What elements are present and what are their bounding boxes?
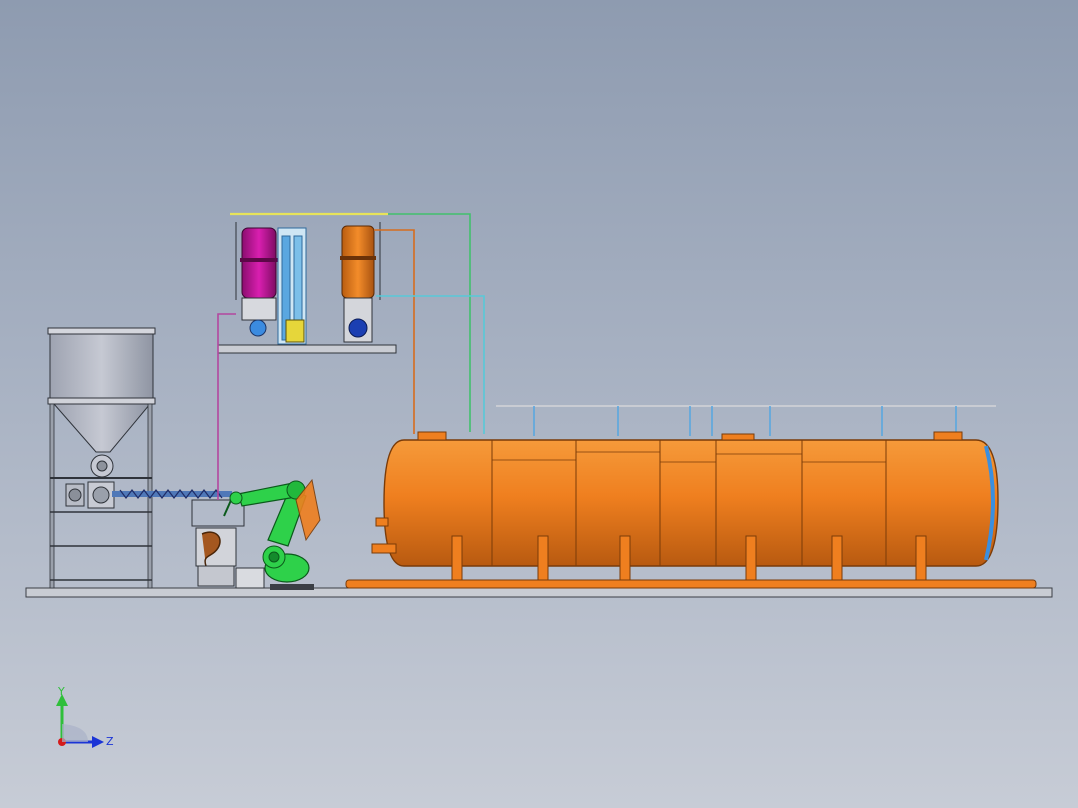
hopper-feeder-unit[interactable] — [47, 327, 156, 589]
storage-tank[interactable] — [345, 431, 1037, 589]
screw-conveyor[interactable] — [112, 489, 232, 499]
axis-triad-icon: Y Z — [56, 686, 114, 748]
y-axis-label: Y — [57, 686, 65, 698]
cad-viewport[interactable]: Y Z — [0, 0, 1078, 808]
assembly-model[interactable] — [0, 0, 1078, 808]
z-axis-label: Z — [106, 735, 114, 748]
base-plate[interactable] — [25, 587, 1053, 598]
dosing-skid[interactable] — [217, 222, 397, 354]
